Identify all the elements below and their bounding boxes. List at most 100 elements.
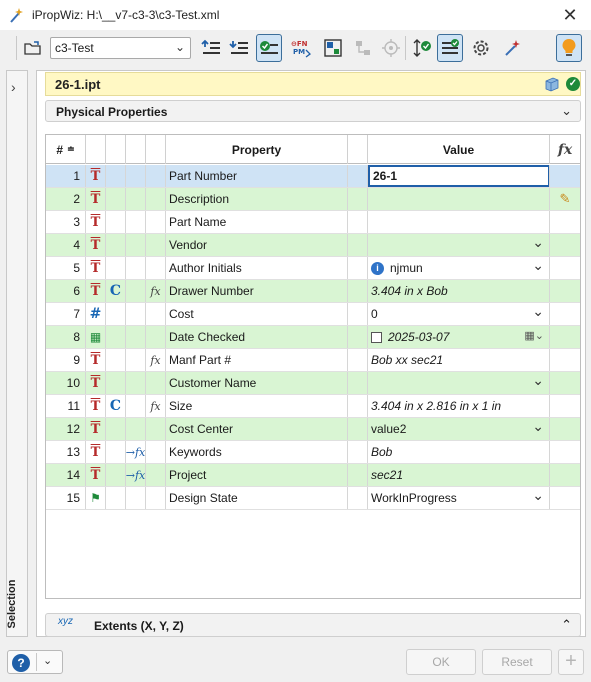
table-row[interactable]: 9 Tfx Manf Part # Bob xx sec21 [46,349,580,372]
property-value[interactable]: ⌄ [368,372,550,394]
settings-button[interactable] [468,34,494,62]
table-row[interactable]: 11 T Cfx Size 3.404 in x 2.816 in x 1 in [46,395,580,418]
config-select[interactable]: c3-Test ⌄ [50,37,191,59]
property-value[interactable]: Bob xx sec21 [368,349,550,371]
table-row[interactable]: 5 T Author Initials i njmun ⌄ [46,257,580,280]
chevron-down-icon[interactable]: ⌄ [532,234,544,251]
header-link[interactable] [126,135,146,164]
edit-cell[interactable] [550,280,580,302]
property-value[interactable]: 0 ⌄ [368,303,550,325]
extents-header[interactable]: xyz Extents (X, Y, Z) ⌃ [45,613,581,637]
checklist-button[interactable] [437,34,463,62]
chevron-down-icon[interactable]: ⌄ [43,654,52,667]
hierarchy-button[interactable] [350,34,376,62]
chevron-right-icon[interactable]: › [11,79,16,95]
open-folder-button[interactable] [20,34,46,62]
ok-button[interactable]: OK [406,649,476,675]
property-value[interactable]: Bob [368,441,550,463]
property-value[interactable]: ⌄ [368,234,550,256]
property-value[interactable]: sec21 [368,464,550,486]
edit-cell[interactable] [550,349,580,371]
edit-cell[interactable] [550,257,580,279]
property-value[interactable]: 3.404 in x 2.816 in x 1 in [368,395,550,417]
find-replace-pm-button[interactable]: ⊖FN PM [288,34,314,62]
edit-cell[interactable] [550,464,580,486]
table-row[interactable]: 8 ▦ Date Checked 2025-03-07 ▦⌄ [46,326,580,349]
table-row[interactable]: 14 T →fx Project sec21 [46,464,580,487]
header-value[interactable]: Value [368,135,550,164]
property-value[interactable]: value2 ⌄ [368,418,550,440]
header-c[interactable] [106,135,126,164]
table-row[interactable]: 6 T Cfx Drawer Number 3.404 in x Bob [46,280,580,303]
outdent-list-button[interactable] [226,34,252,62]
edit-cell[interactable] [550,395,580,417]
edit-cell[interactable] [550,326,580,348]
date-checkbox[interactable] [371,331,382,343]
custom-cell [106,257,126,279]
header-property[interactable]: Property [166,135,348,164]
table-row[interactable]: 12 T Cost Center value2 ⌄ [46,418,580,441]
header-fx[interactable] [146,135,166,164]
selection-side-panel[interactable]: › [6,70,28,637]
custom-cell [106,372,126,394]
table-row[interactable]: 3 T Part Name [46,211,580,234]
help-button[interactable]: ? ⌄ [7,650,63,674]
value-text: 3.404 in x Bob [371,284,448,298]
header-formula[interactable]: fx [550,135,580,164]
chevron-down-icon[interactable]: ⌄ [532,487,544,504]
edit-cell[interactable] [550,418,580,440]
physical-properties-header[interactable]: Physical Properties ⌄ [45,100,581,122]
chevron-down-icon[interactable]: ⌄ [561,103,572,119]
layout-grid-button[interactable] [320,34,346,62]
lightbulb-button[interactable] [556,34,582,62]
chevron-down-icon[interactable]: ⌄ [532,372,544,389]
pencil-icon[interactable]: ✎ [560,191,571,207]
selection-tab-label[interactable]: Selection [6,574,18,634]
custom-cell [106,441,126,463]
edit-cell[interactable] [550,372,580,394]
property-value[interactable]: 2025-03-07 ▦⌄ [368,326,550,348]
property-value[interactable]: 3.404 in x Bob [368,280,550,302]
edit-cell[interactable] [550,234,580,256]
chevron-down-icon[interactable]: ⌄ [532,303,544,320]
edit-cell[interactable] [550,303,580,325]
edit-cell[interactable]: ✎ [550,188,580,210]
value-edit-field[interactable]: 26-1 [368,165,549,187]
row-number: 5 [46,257,86,279]
header-num[interactable]: # ≐ [46,135,86,164]
indent-list-button[interactable] [198,34,224,62]
check-properties-button[interactable] [256,34,282,62]
close-icon[interactable]: ✕ [560,5,580,25]
chevron-up-icon[interactable]: ⌃ [561,617,572,633]
header-type[interactable] [86,135,106,164]
table-row[interactable]: 1 T Part Number 26-1 [46,165,580,188]
chevron-down-icon[interactable]: ⌄ [532,257,544,274]
mirror-check-button[interactable] [410,34,436,62]
header-blank[interactable] [348,135,368,164]
magic-wand-button[interactable] [500,34,526,62]
edit-cell[interactable] [550,441,580,463]
calendar-picker-icon[interactable]: ▦⌄ [524,329,544,342]
edit-cell[interactable] [550,165,580,187]
type-cell: T [86,257,106,279]
property-value[interactable]: 26-1 [368,165,550,187]
table-row[interactable]: 2 T Description ✎ [46,188,580,211]
table-row[interactable]: 7 # Cost 0 ⌄ [46,303,580,326]
add-button[interactable]: + [558,649,584,675]
spacer-cell [348,441,368,463]
table-row[interactable]: 4 T Vendor ⌄ [46,234,580,257]
property-value[interactable] [368,211,550,233]
chevron-down-icon[interactable]: ⌄ [532,418,544,435]
custom-cell [106,211,126,233]
property-value[interactable]: WorkInProgress ⌄ [368,487,550,509]
edit-cell[interactable] [550,211,580,233]
edit-cell[interactable] [550,487,580,509]
table-row[interactable]: 10 T Customer Name ⌄ [46,372,580,395]
reset-button[interactable]: Reset [482,649,552,675]
table-row[interactable]: 13 T →fx Keywords Bob [46,441,580,464]
table-row[interactable]: 15 ⚑ Design State WorkInProgress ⌄ [46,487,580,510]
zoom-target-button[interactable] [378,34,404,62]
property-value[interactable] [368,188,550,210]
magic-wand-icon [505,40,520,56]
property-value[interactable]: i njmun ⌄ [368,257,550,279]
